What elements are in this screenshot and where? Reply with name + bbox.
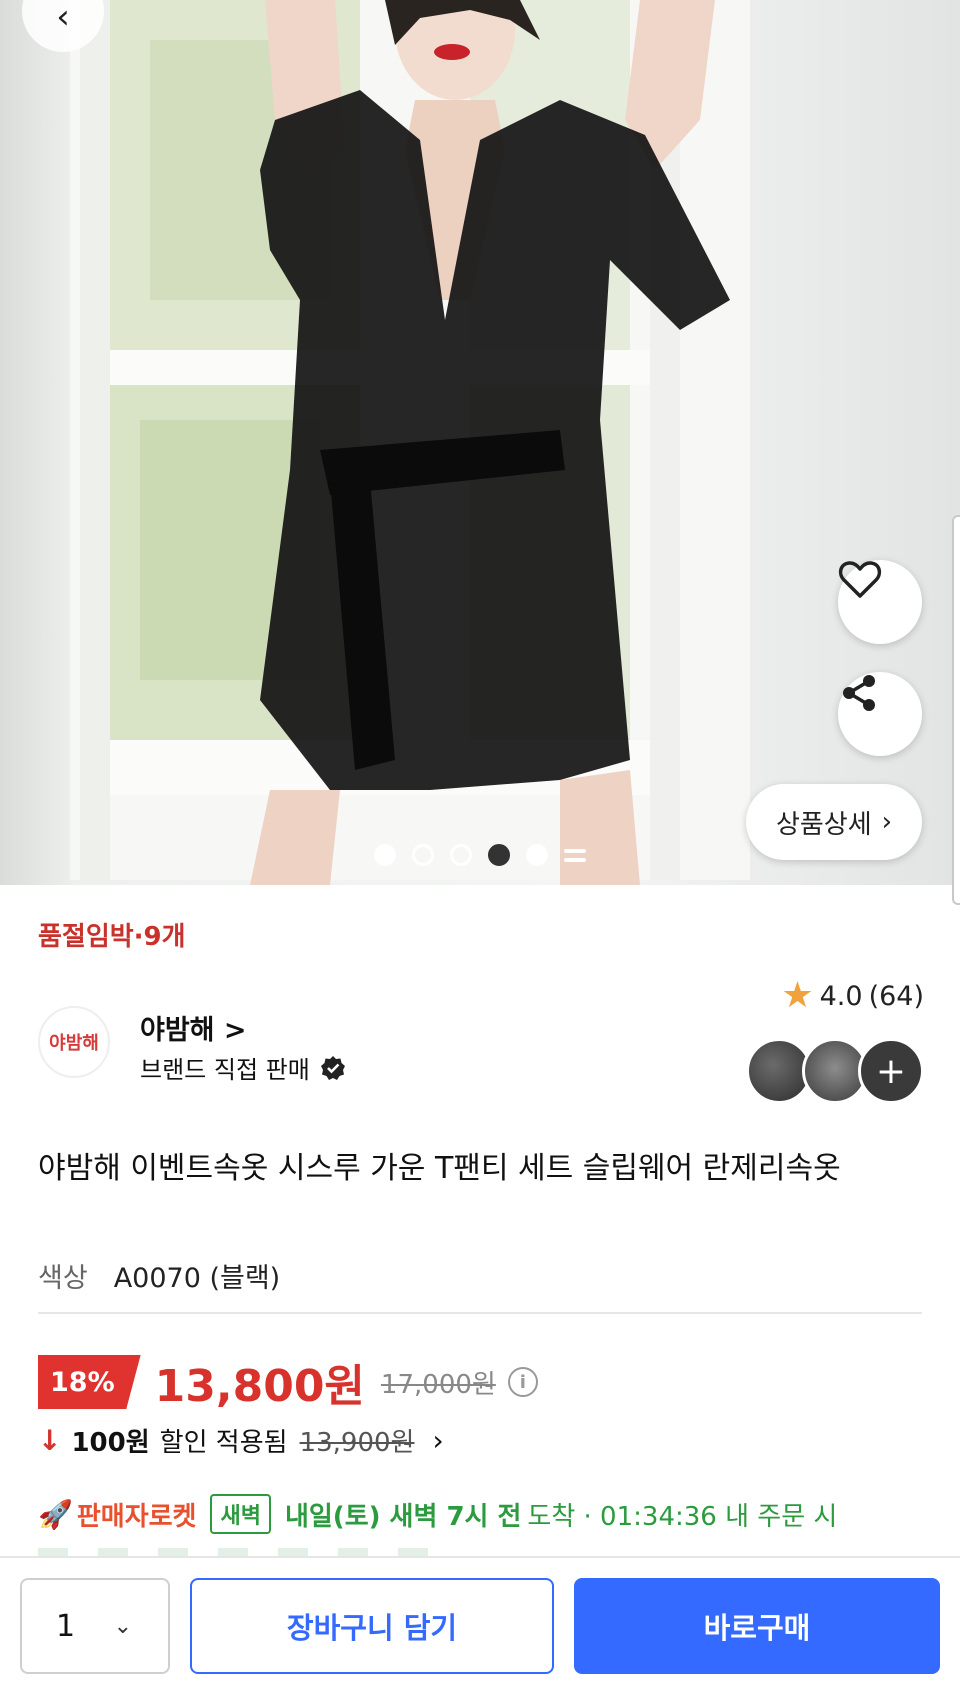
bottom-action-bar: 1 ⌄ 장바구니 담기 바로구매 — [0, 1556, 960, 1690]
product-title: 야밤해 이벤트속옷 시스루 가운 T팬티 세트 슬립웨어 란제리속옷 — [38, 1151, 841, 1186]
seller-rocket-label: 판매자로켓 — [76, 1501, 197, 1532]
verified-badge-icon — [320, 1055, 345, 1080]
chevron-right-icon: › — [881, 807, 893, 837]
carousel-dot-active[interactable] — [488, 844, 510, 866]
option-value: A0070 (블랙) — [113, 1263, 281, 1294]
product-photo — [70, 0, 750, 885]
divider — [38, 1312, 922, 1314]
product-detail-label: 상품상세 — [775, 809, 872, 840]
quantity-value: 1 — [56, 1608, 76, 1644]
arrival-cutoff: 도착 · 01:34:36 내 주문 시 — [527, 1501, 838, 1532]
coupon-original-price: 13,900원 — [299, 1428, 415, 1458]
option-row[interactable]: 색상 A0070 (블랙) — [38, 1256, 280, 1295]
coupon-text: 할인 적용됨 — [159, 1428, 288, 1458]
stock-warning: 품절임박·9개 — [38, 922, 186, 952]
carousel-dot[interactable] — [412, 844, 434, 866]
seller-logo[interactable]: 야밤해 — [38, 1006, 110, 1078]
rating-count: (64) — [868, 980, 924, 1012]
carousel-dot[interactable] — [450, 844, 472, 866]
share-icon — [843, 675, 875, 711]
rating[interactable]: ★ 4.0 (64) — [781, 978, 924, 1014]
carousel-dot[interactable] — [526, 844, 548, 866]
carousel-grid-icon[interactable] — [564, 848, 586, 862]
more-reviews-plus-icon[interactable]: + — [858, 1038, 924, 1104]
share-button[interactable] — [838, 672, 922, 756]
product-detail-button[interactable]: 상품상세 › — [746, 784, 922, 860]
add-to-cart-button[interactable]: 장바구니 담기 — [190, 1578, 554, 1674]
rocket-icon: 🚀 — [38, 1497, 73, 1531]
scroll-indicator[interactable] — [952, 515, 960, 905]
carousel-indicator — [374, 844, 586, 866]
chevron-down-icon: ⌄ — [113, 1613, 132, 1639]
delivery-row: 🚀 판매자로켓 새벽 내일(토) 새벽 7시 전 도착 · 01:34:36 내… — [38, 1494, 837, 1534]
coupon-amount: 100원 — [71, 1428, 150, 1458]
heart-outline-icon — [838, 561, 882, 598]
chevron-left-icon: ‹ — [56, 0, 70, 37]
chevron-right-icon: › — [432, 1424, 444, 1457]
seller-subtitle: 브랜드 직접 판매 — [140, 1050, 346, 1085]
rating-score: 4.0 — [819, 980, 863, 1012]
seller-name-link[interactable]: 야밤해 > — [140, 1008, 247, 1047]
info-icon[interactable]: i — [507, 1367, 538, 1397]
down-arrow-icon: ↓ — [38, 1424, 62, 1457]
seller-subtitle-text: 브랜드 직접 판매 — [140, 1056, 310, 1084]
quantity-select[interactable]: 1 ⌄ — [20, 1578, 170, 1674]
product-image-carousel[interactable]: ‹ 상품상세 › — [0, 0, 960, 885]
price-row: 18% 13,800원 17,000원 i — [38, 1350, 538, 1414]
review-thumbnails[interactable]: + — [746, 1038, 924, 1104]
arrival-time: 내일(토) 새벽 7시 전 — [284, 1501, 522, 1532]
carousel-dot[interactable] — [374, 844, 396, 866]
buy-now-button[interactable]: 바로구매 — [574, 1578, 940, 1674]
wishlist-button[interactable] — [838, 560, 922, 644]
dawn-delivery-badge: 새벽 — [210, 1494, 271, 1534]
sale-price: 13,800원 — [154, 1361, 365, 1412]
star-icon: ★ — [781, 975, 814, 1016]
option-label: 색상 — [38, 1263, 88, 1294]
original-price: 17,000원 — [380, 1369, 496, 1400]
discount-badge: 18% — [38, 1355, 141, 1409]
coupon-discount-row[interactable]: ↓ 100원 할인 적용됨 13,900원 › — [38, 1422, 444, 1459]
